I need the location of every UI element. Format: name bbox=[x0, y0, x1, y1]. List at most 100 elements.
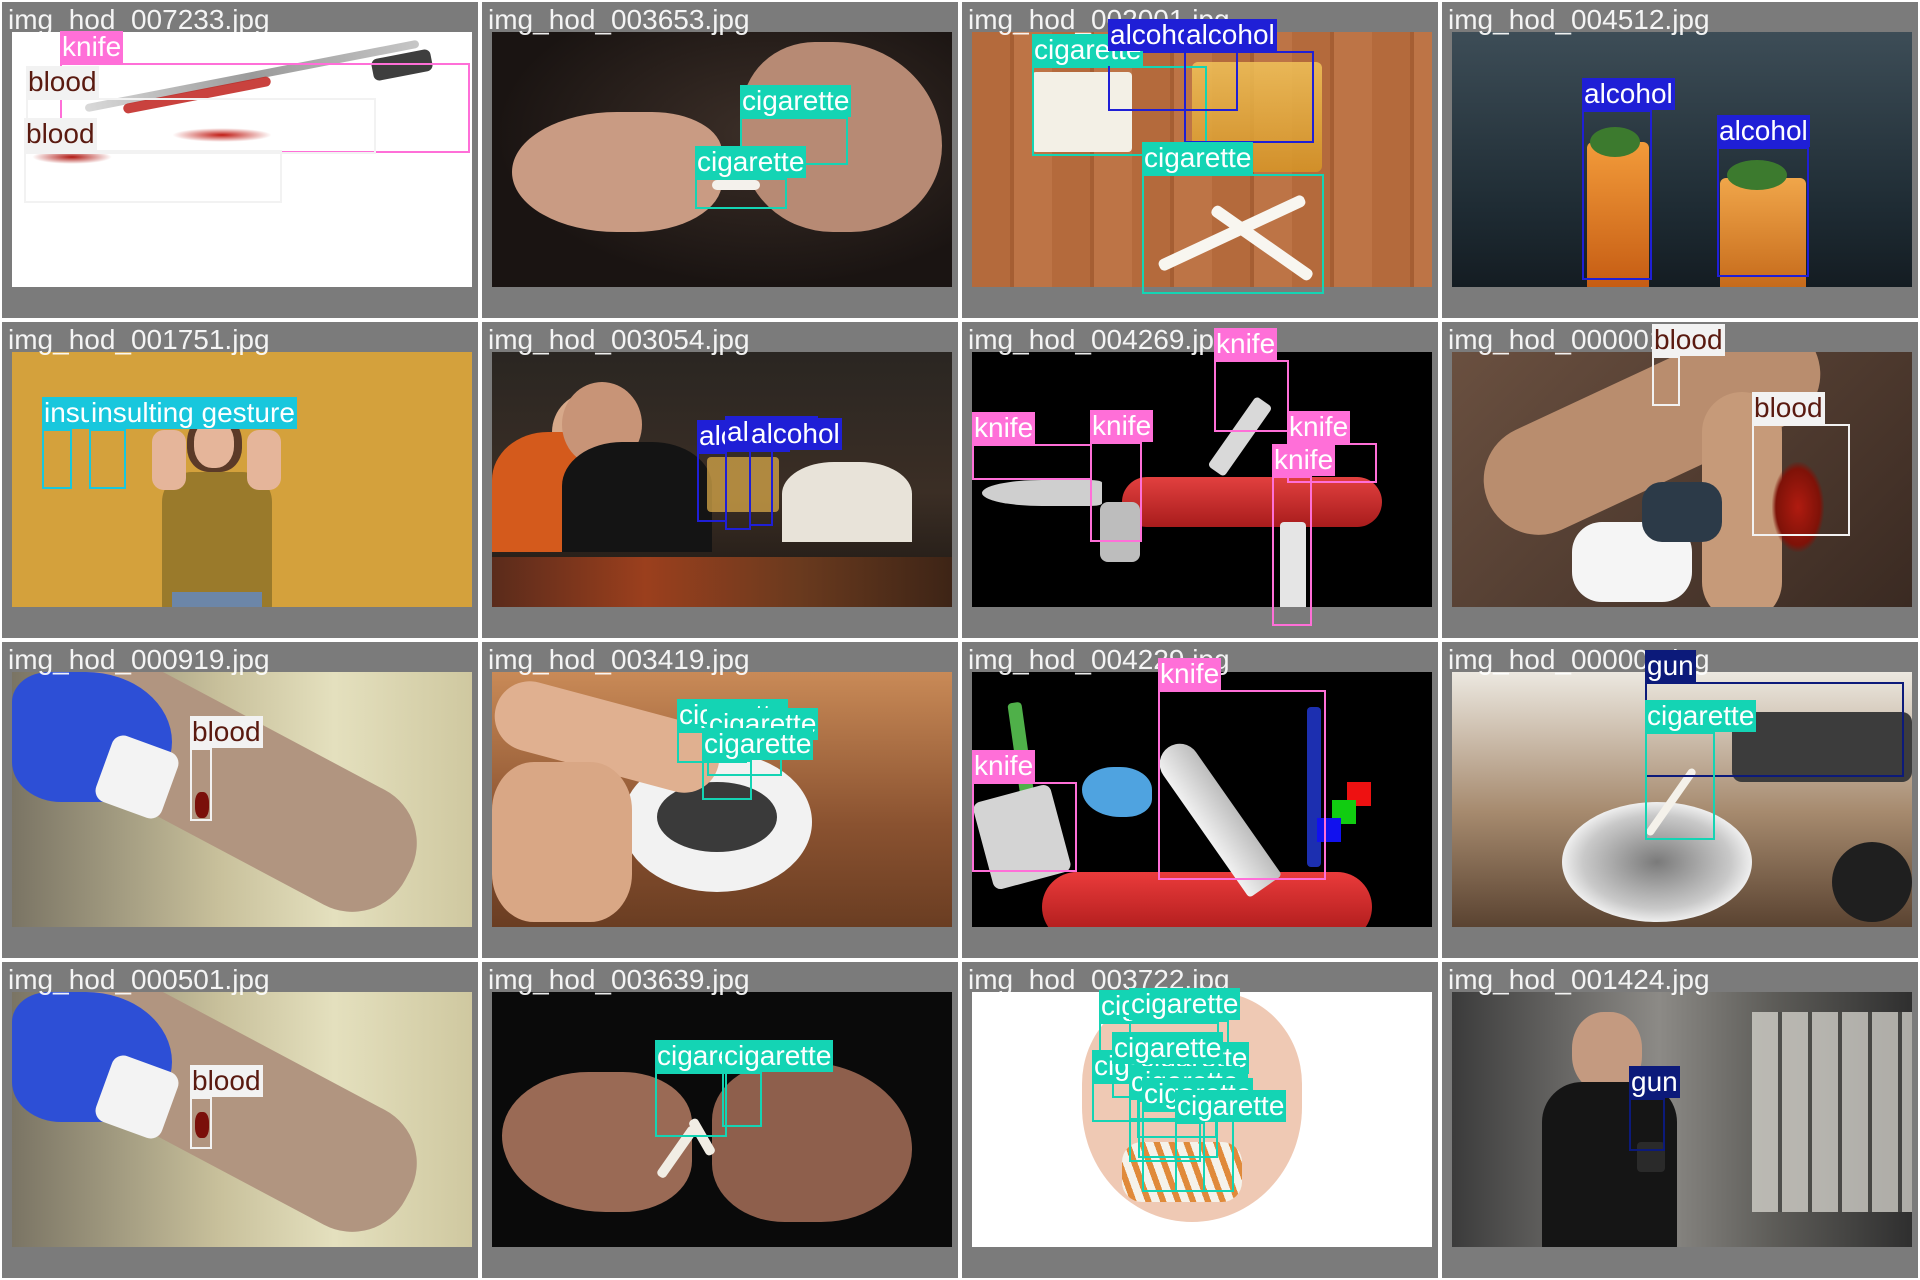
insulting-gesture-bbox bbox=[42, 429, 72, 489]
photo bbox=[12, 672, 472, 927]
photo bbox=[1452, 992, 1912, 1247]
image-tile[interactable]: img_hod_004512.jpgalcohol alcohol bbox=[1442, 2, 1918, 318]
knife-bbox bbox=[1090, 442, 1142, 542]
filename-label: img_hod_004512.jpg bbox=[1448, 4, 1710, 35]
knife-bbox bbox=[1214, 360, 1289, 432]
knife-label: knife bbox=[60, 31, 124, 63]
knife-label: knife bbox=[972, 750, 1036, 782]
image-tile[interactable]: img_hod_001424.jpg gun bbox=[1442, 962, 1918, 1278]
photo bbox=[1452, 32, 1912, 287]
knife-bbox bbox=[1158, 690, 1326, 880]
cigarette-label: cigarette bbox=[702, 728, 814, 760]
knife-body-shape bbox=[1042, 872, 1372, 927]
gun-label: gun bbox=[1645, 650, 1696, 682]
knife-label: knife bbox=[1090, 410, 1154, 442]
blood-label: blood bbox=[1752, 392, 1825, 424]
knife-body-shape bbox=[1122, 477, 1382, 527]
blood-label: blood bbox=[1652, 324, 1725, 356]
gun-bbox bbox=[1629, 1098, 1665, 1151]
hand-shape bbox=[247, 430, 281, 490]
photo bbox=[12, 352, 472, 607]
blood-bbox bbox=[1752, 424, 1850, 536]
jeans-shape bbox=[172, 592, 262, 607]
alcohol-bbox bbox=[725, 448, 751, 530]
cigarette-label: cigarette bbox=[1142, 142, 1254, 174]
knife-bbox bbox=[972, 444, 1092, 480]
image-tile[interactable]: img_hod_003419.jpgcigarettecigaretteciga… bbox=[482, 642, 958, 958]
image-tile[interactable]: img_hod_003054.jpgalcoholalcoholalcohol bbox=[482, 322, 958, 638]
image-tile[interactable]: img_hod_007233.jpg knife blood blood bbox=[2, 2, 478, 318]
knife-label: knife bbox=[1214, 328, 1278, 360]
person-shape bbox=[562, 442, 712, 552]
cigarette-label: cigarette bbox=[1112, 1032, 1224, 1064]
blood-bbox bbox=[24, 150, 282, 203]
image-tile[interactable]: img_hod_003639.jpg cigarette cigarette bbox=[482, 962, 958, 1278]
cigarette-label: cigarette bbox=[1645, 700, 1757, 732]
bird-shape bbox=[1082, 767, 1152, 817]
knife-bbox bbox=[1272, 476, 1312, 626]
cigarette-bbox bbox=[655, 1072, 727, 1137]
blood-label: blood bbox=[190, 716, 263, 748]
blood-bbox bbox=[190, 1097, 212, 1149]
blood-label: blood bbox=[190, 1065, 263, 1097]
filename-label: img_hod_001751.jpg bbox=[8, 324, 270, 355]
cigarette-label: cigarette bbox=[740, 85, 852, 117]
blood-bbox bbox=[190, 748, 212, 821]
blade-shape bbox=[982, 480, 1102, 506]
knife-label: knife bbox=[972, 412, 1036, 444]
filename-label: img_hod_000919.jpg bbox=[8, 644, 270, 675]
alcohol-label: alcohol bbox=[1184, 19, 1277, 51]
alcohol-label: alcohol bbox=[1582, 78, 1675, 110]
shirt-shape bbox=[162, 472, 272, 607]
alcohol-bbox bbox=[749, 450, 773, 526]
image-tile[interactable]: img_hod_004229.jpg knife knife bbox=[962, 642, 1438, 958]
person-shape bbox=[782, 462, 912, 542]
filename-label: img_hod_003639.jpg bbox=[488, 964, 750, 995]
image-tile[interactable]: img_hod_000919.jpgblood bbox=[2, 642, 478, 958]
photo bbox=[12, 992, 472, 1247]
insulting-gesture-label: insulting gesture bbox=[89, 397, 297, 429]
knife-label: knife bbox=[1158, 658, 1222, 690]
hand-shape bbox=[152, 430, 186, 490]
knife-label: knife bbox=[1272, 444, 1336, 476]
cigarette-bbox bbox=[702, 760, 752, 800]
alcohol-label: alcohol bbox=[749, 418, 842, 450]
filename-label: img_hod_000501.jpg bbox=[8, 964, 270, 995]
alcohol-bbox bbox=[1184, 51, 1314, 143]
cigarette-bbox bbox=[1645, 732, 1715, 840]
detection-grid: img_hod_007233.jpg knife blood blood img_hod… bbox=[0, 0, 1920, 1280]
image-tile[interactable]: img_hod_003722.jpg cigarette cigarette ciga… bbox=[962, 962, 1438, 1278]
filename-label: img_hod_007233.jpg bbox=[8, 4, 270, 35]
cigarette-label: cigarette bbox=[1175, 1090, 1287, 1122]
knife-label: knife bbox=[1287, 411, 1351, 443]
image-tile[interactable]: img_hod_002001.jpg cigarette alcohol alcoho… bbox=[962, 2, 1438, 318]
filename-label: img_hod_004269.jpg bbox=[968, 324, 1230, 355]
cigarette-bbox bbox=[1142, 174, 1324, 294]
image-tile[interactable]: img_hod_004269.jpg knife knife knife knife kn… bbox=[962, 322, 1438, 638]
handcuff-shape bbox=[1832, 842, 1912, 922]
cigarette-bbox bbox=[695, 178, 787, 209]
hand-shape bbox=[492, 762, 632, 922]
blood-label: blood bbox=[26, 66, 99, 98]
filename-label: img_hod_003419.jpg bbox=[488, 644, 750, 675]
image-tile[interactable]: img_hod_000501.jpgblood bbox=[2, 962, 478, 1278]
hand-shape bbox=[512, 112, 722, 232]
cigarette-label: cigarette bbox=[695, 146, 807, 178]
filename-label: img_hod_001424.jpg bbox=[1448, 964, 1710, 995]
cigarette-label: cigarette bbox=[722, 1040, 834, 1072]
alcohol-bbox bbox=[1717, 147, 1809, 277]
image-tile[interactable]: img_hod_000001.jpg gun cigarette bbox=[1442, 642, 1918, 958]
alcohol-label: alcohol bbox=[1717, 115, 1810, 147]
image-tile[interactable]: img_hod_003653.jpg cigarette cigarette bbox=[482, 2, 958, 318]
knife-bbox bbox=[972, 782, 1077, 872]
insulting-gesture-bbox bbox=[89, 429, 126, 489]
image-tile[interactable]: img_hod_000001.jpg blood blood bbox=[1442, 322, 1918, 638]
window-shape bbox=[1752, 1012, 1912, 1212]
filename-label: img_hod_003653.jpg bbox=[488, 4, 750, 35]
sock-shape bbox=[1642, 482, 1722, 542]
blood-label: blood bbox=[24, 118, 97, 150]
table-food-shape bbox=[492, 557, 952, 607]
cigarette-label: cigarette bbox=[1129, 988, 1241, 1020]
filename-label: img_hod_003054.jpg bbox=[488, 324, 750, 355]
image-tile[interactable]: img_hod_001751.jpginsulting gestureinsul… bbox=[2, 322, 478, 638]
